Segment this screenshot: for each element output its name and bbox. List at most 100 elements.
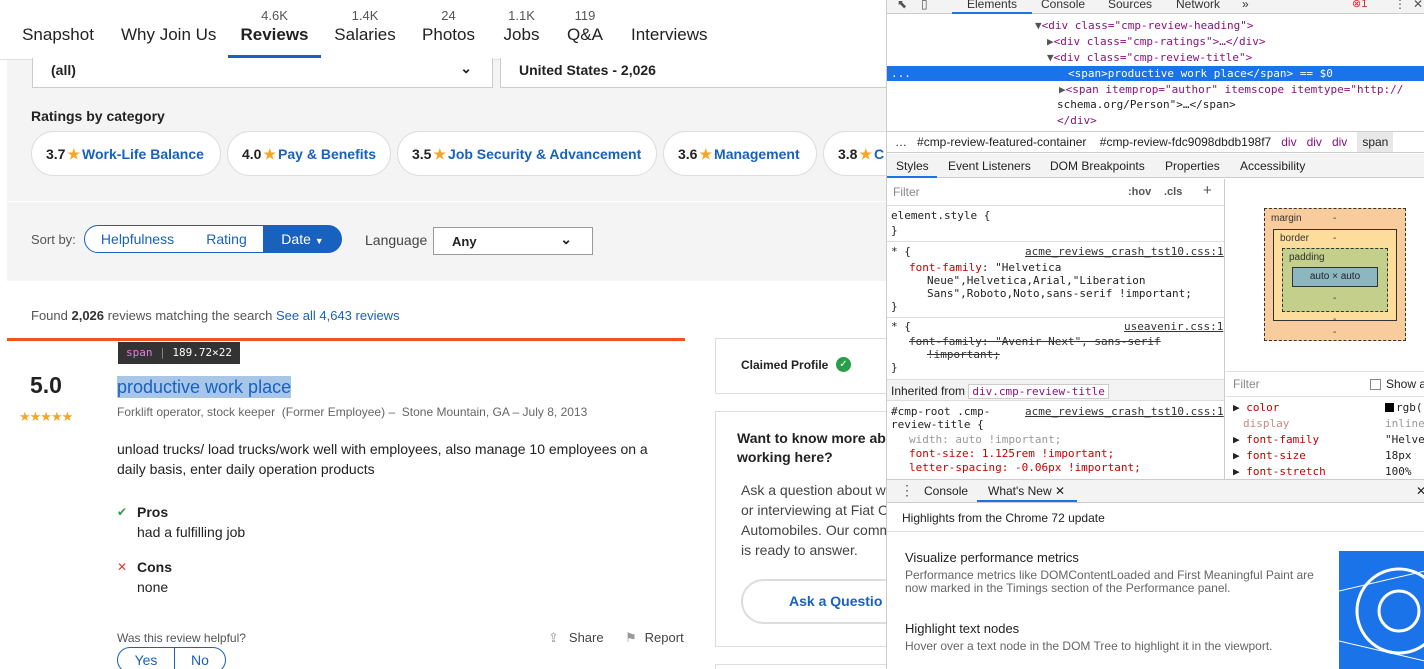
helpful-no-button[interactable]: No: [174, 647, 226, 669]
rating-pill-job-security[interactable]: 3.5 ★ Job Security & Advancement: [397, 131, 657, 176]
job-title-select[interactable]: (all) ⌄: [32, 58, 493, 88]
whats-new-illustration: [1339, 551, 1424, 669]
tab-styles[interactable]: Styles: [896, 159, 929, 173]
devtools-tab-elements[interactable]: Elements: [967, 0, 1017, 11]
tab-label: Why Join Us: [121, 25, 217, 44]
computed-filter-input[interactable]: Filter: [1233, 377, 1260, 391]
tab-snapshot[interactable]: Snapshot: [22, 0, 94, 60]
devtools-tab-network[interactable]: Network: [1176, 0, 1220, 11]
breadcrumb-item-selected[interactable]: span: [1357, 132, 1394, 152]
tab-qa[interactable]: 119 Q&A: [566, 0, 604, 60]
sort-label: Sort by:: [31, 232, 76, 247]
cls-toggle[interactable]: .cls: [1164, 186, 1182, 198]
drawer-menu-icon[interactable]: ⋮: [900, 482, 914, 499]
computed-row[interactable]: ▶ font-family: [1233, 433, 1319, 446]
tab-salaries[interactable]: 1.4K Salaries: [334, 0, 396, 60]
device-toolbar-icon[interactable]: ▯: [921, 0, 928, 11]
sort-rating-button[interactable]: Rating: [190, 225, 264, 253]
location-select[interactable]: United States - 2,026: [500, 58, 886, 88]
rating-pill-management[interactable]: 3.6 ★ Management: [663, 131, 817, 176]
star-icon: ★: [433, 146, 447, 162]
tab-properties[interactable]: Properties: [1165, 159, 1220, 173]
divider: [1226, 371, 1424, 372]
see-all-link[interactable]: See all 4,643 reviews: [276, 308, 400, 323]
language-select[interactable]: Any ⌄: [433, 227, 593, 255]
tab-accessibility[interactable]: Accessibility: [1240, 159, 1305, 173]
styles-pane: Filter :hov .cls + element.style { } * {…: [887, 179, 1225, 479]
report-button[interactable]: ⚑ Report: [625, 630, 684, 646]
sort-date-button[interactable]: Date ▼: [263, 225, 342, 253]
breadcrumb-item[interactable]: div: [1332, 135, 1347, 149]
tab-interviews[interactable]: Interviews: [631, 0, 708, 60]
overridden-declaration[interactable]: font-family: "Avenir Next", sans-serif: [909, 335, 1161, 348]
styles-filter-input[interactable]: Filter: [893, 185, 1117, 201]
element-style-rule[interactable]: element.style {: [891, 209, 990, 222]
rule-source-link[interactable]: acme_reviews_crash_tst10.css:1: [1025, 405, 1224, 418]
show-all-checkbox[interactable]: [1370, 379, 1381, 390]
share-button[interactable]: ⇪ Share: [548, 630, 604, 646]
ask-card-title: Want to know more ab working here?: [737, 430, 886, 465]
inspect-element-icon[interactable]: ⬉: [897, 0, 907, 11]
close-drawer-icon[interactable]: ✕: [1416, 484, 1424, 498]
breadcrumb-item[interactable]: div: [1281, 135, 1296, 149]
add-rule-icon[interactable]: +: [1203, 182, 1212, 199]
computed-row[interactable]: ▶ font-size: [1233, 449, 1306, 462]
dom-node[interactable]: ▶<span itemprop="author" itemscope itemt…: [1059, 83, 1403, 96]
computed-row[interactable]: display: [1243, 417, 1289, 430]
style-declaration[interactable]: font-family: "Helvetica: [909, 261, 1061, 274]
sort-helpfulness-button[interactable]: Helpfulness: [84, 225, 191, 253]
whats-new-item-title[interactable]: Highlight text nodes: [905, 621, 1019, 636]
dom-node[interactable]: ▼<div class="cmp-review-heading">: [1035, 19, 1254, 32]
computed-row[interactable]: ▶ font-stretch: [1233, 465, 1326, 478]
dom-node-selected[interactable]: <span>productive work place</span> == $0: [1068, 67, 1333, 80]
dom-node[interactable]: </div>: [1057, 114, 1097, 127]
style-declaration-inherited[interactable]: width: auto !important;: [909, 433, 1061, 446]
more-tabs-icon[interactable]: »: [1242, 0, 1249, 11]
computed-row[interactable]: ▶ color: [1233, 401, 1279, 414]
caret-down-icon: ▼: [314, 236, 324, 246]
cons-label: Cons: [137, 559, 172, 575]
inherited-from-node[interactable]: div.cmp-review-title: [968, 384, 1109, 399]
rating-pill-pay[interactable]: 4.0 ★ Pay & Benefits: [227, 131, 391, 176]
style-declaration-cont: Sans",Roboto,Noto,sans-serif !important;: [927, 287, 1192, 300]
ask-question-button[interactable]: Ask a Questio: [741, 579, 886, 624]
style-declaration[interactable]: font-size: 1.125rem !important;: [909, 447, 1114, 460]
breadcrumb-item[interactable]: #cmp-review-featured-container: [917, 135, 1086, 149]
devtools-tab-console[interactable]: Console: [1041, 0, 1085, 11]
whats-new-item-title[interactable]: Visualize performance metrics: [905, 550, 1079, 565]
review-title[interactable]: productive work place: [117, 376, 292, 398]
tab-label: Photos: [422, 25, 475, 44]
tab-why-join-us[interactable]: Why Join Us: [121, 0, 217, 60]
drawer-tab-console[interactable]: Console: [924, 484, 968, 498]
review-body: unload trucks/ load trucks/work well wit…: [117, 441, 648, 477]
breadcrumb-item[interactable]: #cmp-review-fdc9098dbdb198f7: [1100, 135, 1271, 149]
helpful-yes-button[interactable]: Yes: [117, 647, 175, 669]
dom-node[interactable]: ▼<div class="cmp-review-title">: [1047, 51, 1252, 64]
tab-label: Jobs: [503, 25, 540, 44]
kebab-menu-icon[interactable]: ⋮: [1394, 0, 1406, 11]
rule-source-link[interactable]: useavenir.css:1: [1124, 320, 1223, 333]
tab-photos[interactable]: 24 Photos: [420, 0, 477, 60]
chevron-down-icon: ⌄: [560, 231, 572, 247]
breadcrumb-item[interactable]: …: [895, 135, 907, 149]
rule-source-link[interactable]: acme_reviews_crash_tst10.css:1: [1025, 245, 1224, 258]
style-declaration[interactable]: letter-spacing: -0.06px !important;: [909, 461, 1141, 474]
hov-toggle[interactable]: :hov: [1128, 186, 1151, 198]
devtools-tab-sources[interactable]: Sources: [1108, 0, 1152, 11]
rating-pill-culture[interactable]: 3.8 ★ C: [823, 131, 886, 176]
tab-reviews[interactable]: 4.6K Reviews: [228, 0, 321, 60]
close-icon[interactable]: ✕: [1055, 484, 1065, 498]
rating-pill-work-life[interactable]: 3.7 ★ Work-Life Balance: [31, 131, 221, 176]
breadcrumb-item[interactable]: div: [1307, 135, 1322, 149]
tab-count: 119: [574, 8, 596, 23]
tab-label: Snapshot: [22, 25, 94, 44]
box-model-padding: padding auto × auto -: [1282, 248, 1388, 312]
tab-event-listeners[interactable]: Event Listeners: [948, 159, 1031, 173]
tab-dom-breakpoints[interactable]: DOM Breakpoints: [1050, 159, 1145, 173]
dom-node[interactable]: ▶<div class="cmp-ratings">…</div>: [1047, 35, 1266, 48]
tab-jobs[interactable]: 1.1K Jobs: [501, 0, 542, 60]
box-model-margin: margin - border - padding auto × auto - …: [1264, 208, 1406, 341]
drawer-tab-whats-new[interactable]: What's New ✕: [988, 484, 1065, 498]
close-icon[interactable]: ✕: [1413, 0, 1423, 11]
error-count[interactable]: ⊗1: [1352, 0, 1367, 10]
